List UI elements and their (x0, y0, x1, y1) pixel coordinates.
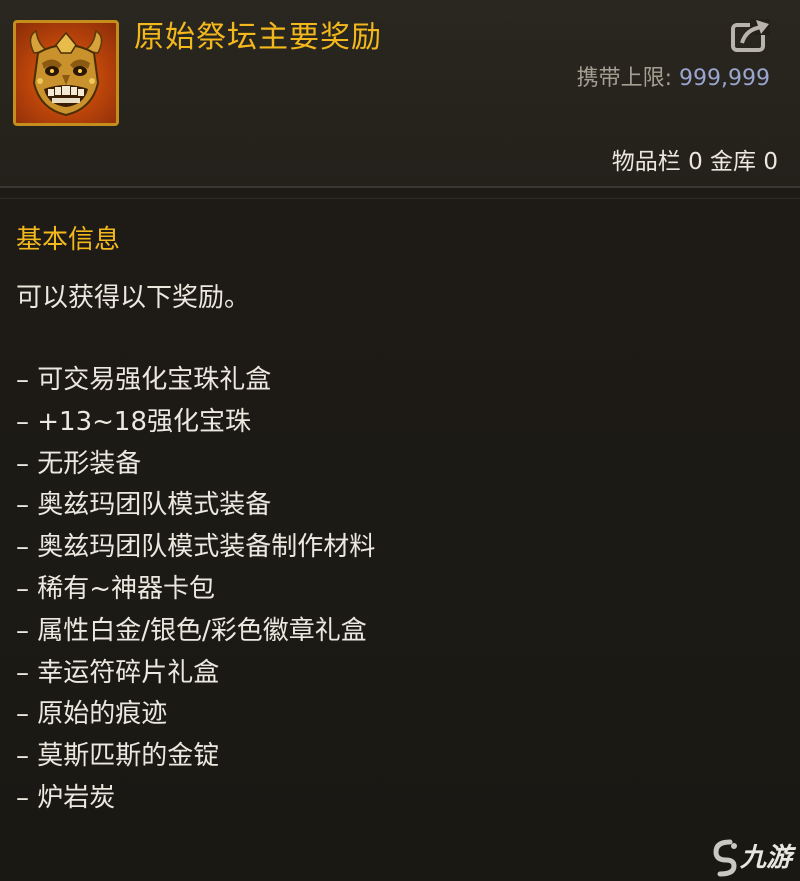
storage-count: 物品栏 0 金库 0 (611, 149, 778, 175)
reward-item: – 莫斯匹斯的金锭 (16, 741, 220, 772)
reward-item: – 可交易强化宝珠礼盒 (16, 365, 272, 395)
reward-item: – 幸运符碎片礼盒 (16, 657, 220, 688)
reward-item: – 无形装备 (16, 448, 142, 479)
reward-item: – 奥兹玛团队模式装备 (16, 490, 272, 521)
carry-limit-value: 999,999 (679, 66, 770, 91)
export-icon[interactable] (730, 17, 772, 53)
reward-item: – 稀有~神器卡包 (16, 573, 216, 604)
reward-item: – 奥兹玛团队模式装备制作材料 (16, 532, 376, 563)
tooltip-header: 原始祭坛主要奖励 携带上限: 999,999 物品栏 0 金库 0 (0, 0, 800, 186)
reward-item: – 炉岩炭 (16, 782, 116, 813)
reward-item: – +13~18强化宝珠 (16, 406, 252, 437)
reward-list: – 可交易强化宝珠礼盒 – +13~18强化宝珠 – 无形装备 – 奥兹玛团队模… (16, 360, 375, 820)
demon-mask-icon (13, 20, 119, 126)
carry-limit: 携带上限: 999,999 (577, 64, 770, 94)
reward-item: – 属性白金/银色/彩色徽章礼盒 (16, 615, 367, 646)
section-title-basic-info: 基本信息 (16, 225, 121, 255)
item-title: 原始祭坛主要奖励 (134, 20, 382, 55)
header-divider-thin (0, 198, 800, 199)
item-description: 可以获得以下奖励。 (16, 283, 251, 313)
reward-item: – 原始的痕迹 (16, 699, 168, 730)
watermark-text: 九游 (740, 843, 793, 873)
header-divider (0, 186, 800, 188)
carry-limit-label: 携带上限: (576, 66, 673, 91)
item-tooltip: 原始祭坛主要奖励 携带上限: 999,999 物品栏 0 金库 0 基本信息 可… (0, 0, 800, 881)
